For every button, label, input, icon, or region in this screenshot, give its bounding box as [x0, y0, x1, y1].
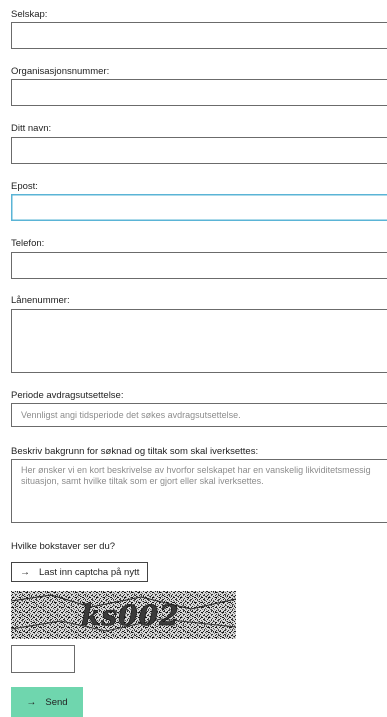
loan-number-textarea[interactable] [11, 309, 387, 373]
send-label: Send [45, 696, 68, 708]
phone-input[interactable] [11, 252, 387, 279]
background-textarea[interactable]: Her ønsker vi en kort beskrivelse av hvo… [11, 459, 387, 523]
reload-captcha-label: Last inn captcha på nytt [39, 566, 140, 578]
company-label: Selskap: [11, 9, 48, 20]
deferral-period-input[interactable]: Vennligst angi tidsperiode det søkes avd… [11, 403, 387, 427]
captcha-image: ks002 [11, 591, 236, 639]
deferral-period-placeholder: Vennligst angi tidsperiode det søkes avd… [21, 410, 241, 420]
arrow-right-icon: → [20, 566, 30, 578]
send-button[interactable]: → Send [11, 687, 83, 717]
phone-label: Telefon: [11, 238, 45, 249]
name-label: Ditt navn: [11, 123, 52, 134]
background-placeholder: Her ønsker vi en kort beskrivelse av hvo… [21, 465, 371, 486]
company-input[interactable] [11, 22, 387, 49]
background-label: Beskriv bakgrunn for søknad og tiltak so… [11, 446, 259, 457]
reload-captcha-button[interactable]: → Last inn captcha på nytt [11, 562, 149, 582]
arrow-right-icon: → [26, 696, 37, 708]
name-input[interactable] [11, 137, 387, 164]
captcha-text: ks002 [81, 599, 180, 632]
org-number-label: Organisasjonsnummer: [11, 66, 110, 77]
loan-number-label: Lånenummer: [11, 295, 70, 306]
email-label: Epost: [11, 181, 38, 192]
deferral-period-label: Periode avdragsutsettelse: [11, 390, 124, 401]
org-number-input[interactable] [11, 79, 387, 106]
captcha-question-label: Hvilke bokstaver ser du? [11, 541, 116, 552]
captcha-answer-input[interactable] [11, 645, 75, 673]
email-input[interactable] [11, 194, 387, 221]
